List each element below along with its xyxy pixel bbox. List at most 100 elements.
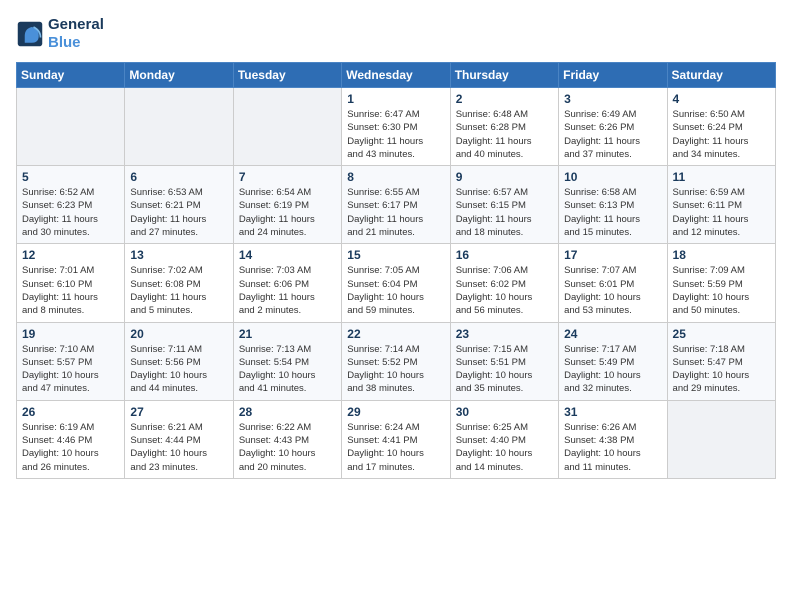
day-number: 28 bbox=[239, 405, 336, 419]
day-number: 2 bbox=[456, 92, 553, 106]
day-info: Sunrise: 7:17 AMSunset: 5:49 PMDaylight:… bbox=[564, 343, 661, 396]
page-header: General Blue bbox=[16, 16, 776, 52]
day-number: 10 bbox=[564, 170, 661, 184]
day-info: Sunrise: 7:11 AMSunset: 5:56 PMDaylight:… bbox=[130, 343, 227, 396]
calendar-cell: 26Sunrise: 6:19 AMSunset: 4:46 PMDayligh… bbox=[17, 400, 125, 478]
day-number: 29 bbox=[347, 405, 444, 419]
day-info: Sunrise: 7:15 AMSunset: 5:51 PMDaylight:… bbox=[456, 343, 553, 396]
day-number: 18 bbox=[673, 248, 770, 262]
day-info: Sunrise: 6:57 AMSunset: 6:15 PMDaylight:… bbox=[456, 186, 553, 239]
calendar-cell: 28 Sunrise: 6:22 AMSunset: 4:43 PMDayligh… bbox=[233, 400, 341, 478]
day-info: Sunrise: 6:48 AMSunset: 6:28 PMDaylight:… bbox=[456, 108, 553, 161]
calendar-body: 1 Sunrise: 6:47 AMSunset: 6:30 PMDaylight… bbox=[17, 88, 776, 479]
calendar-cell bbox=[125, 88, 233, 166]
day-info: Sunrise: 6:55 AMSunset: 6:17 PMDaylight:… bbox=[347, 186, 444, 239]
day-number: 27 bbox=[130, 405, 227, 419]
calendar-week-1: 1 Sunrise: 6:47 AMSunset: 6:30 PMDaylight… bbox=[17, 88, 776, 166]
logo: General Blue bbox=[16, 16, 104, 52]
day-info: Sunrise: 7:01 AMSunset: 6:10 PMDaylight:… bbox=[22, 264, 119, 317]
weekday-header-wednesday: Wednesday bbox=[342, 63, 450, 88]
weekday-header-friday: Friday bbox=[559, 63, 667, 88]
calendar-cell: 25 Sunrise: 7:18 AMSunset: 5:47 PMDayligh… bbox=[667, 322, 775, 400]
day-info: Sunrise: 6:22 AMSunset: 4:43 PMDaylight:… bbox=[239, 421, 336, 474]
calendar-cell: 21 Sunrise: 7:13 AMSunset: 5:54 PMDayligh… bbox=[233, 322, 341, 400]
day-number: 7 bbox=[239, 170, 336, 184]
calendar-table: SundayMondayTuesdayWednesdayThursdayFrid… bbox=[16, 62, 776, 479]
day-info: Sunrise: 7:09 AMSunset: 5:59 PMDaylight:… bbox=[673, 264, 770, 317]
calendar-cell: 1 Sunrise: 6:47 AMSunset: 6:30 PMDaylight… bbox=[342, 88, 450, 166]
day-info: Sunrise: 6:50 AMSunset: 6:24 PMDaylight:… bbox=[673, 108, 770, 161]
logo-text: General Blue bbox=[48, 16, 104, 52]
day-number: 15 bbox=[347, 248, 444, 262]
day-info: Sunrise: 6:58 AMSunset: 6:13 PMDaylight:… bbox=[564, 186, 661, 239]
day-info: Sunrise: 6:25 AMSunset: 4:40 PMDaylight:… bbox=[456, 421, 553, 474]
calendar-cell: 17 Sunrise: 7:07 AMSunset: 6:01 PMDayligh… bbox=[559, 244, 667, 322]
calendar-cell: 29Sunrise: 6:24 AMSunset: 4:41 PMDayligh… bbox=[342, 400, 450, 478]
weekday-header-tuesday: Tuesday bbox=[233, 63, 341, 88]
day-number: 30 bbox=[456, 405, 553, 419]
calendar-cell: 30 Sunrise: 6:25 AMSunset: 4:40 PMDayligh… bbox=[450, 400, 558, 478]
day-number: 12 bbox=[22, 248, 119, 262]
calendar-cell: 7 Sunrise: 6:54 AMSunset: 6:19 PMDaylight… bbox=[233, 166, 341, 244]
day-number: 9 bbox=[456, 170, 553, 184]
calendar-cell: 31Sunrise: 6:26 AMSunset: 4:38 PMDayligh… bbox=[559, 400, 667, 478]
day-info: Sunrise: 6:52 AMSunset: 6:23 PMDaylight:… bbox=[22, 186, 119, 239]
calendar-header-row: SundayMondayTuesdayWednesdayThursdayFrid… bbox=[17, 63, 776, 88]
day-number: 21 bbox=[239, 327, 336, 341]
day-number: 19 bbox=[22, 327, 119, 341]
day-number: 26 bbox=[22, 405, 119, 419]
day-info: Sunrise: 7:05 AMSunset: 6:04 PMDaylight:… bbox=[347, 264, 444, 317]
day-info: Sunrise: 6:49 AMSunset: 6:26 PMDaylight:… bbox=[564, 108, 661, 161]
logo-icon bbox=[16, 20, 44, 48]
calendar-cell: 23 Sunrise: 7:15 AMSunset: 5:51 PMDayligh… bbox=[450, 322, 558, 400]
calendar-week-4: 19Sunrise: 7:10 AMSunset: 5:57 PMDayligh… bbox=[17, 322, 776, 400]
day-info: Sunrise: 7:06 AMSunset: 6:02 PMDaylight:… bbox=[456, 264, 553, 317]
day-info: Sunrise: 7:14 AMSunset: 5:52 PMDaylight:… bbox=[347, 343, 444, 396]
calendar-week-5: 26Sunrise: 6:19 AMSunset: 4:46 PMDayligh… bbox=[17, 400, 776, 478]
day-number: 13 bbox=[130, 248, 227, 262]
day-info: Sunrise: 7:03 AMSunset: 6:06 PMDaylight:… bbox=[239, 264, 336, 317]
calendar-cell: 15 Sunrise: 7:05 AMSunset: 6:04 PMDayligh… bbox=[342, 244, 450, 322]
weekday-header-monday: Monday bbox=[125, 63, 233, 88]
day-info: Sunrise: 6:59 AMSunset: 6:11 PMDaylight:… bbox=[673, 186, 770, 239]
calendar-cell bbox=[667, 400, 775, 478]
day-number: 17 bbox=[564, 248, 661, 262]
weekday-header-sunday: Sunday bbox=[17, 63, 125, 88]
day-info: Sunrise: 7:07 AMSunset: 6:01 PMDaylight:… bbox=[564, 264, 661, 317]
calendar-cell: 6 Sunrise: 6:53 AMSunset: 6:21 PMDaylight… bbox=[125, 166, 233, 244]
day-number: 16 bbox=[456, 248, 553, 262]
day-number: 6 bbox=[130, 170, 227, 184]
day-info: Sunrise: 7:18 AMSunset: 5:47 PMDaylight:… bbox=[673, 343, 770, 396]
day-number: 22 bbox=[347, 327, 444, 341]
day-info: Sunrise: 7:13 AMSunset: 5:54 PMDaylight:… bbox=[239, 343, 336, 396]
day-info: Sunrise: 6:21 AMSunset: 4:44 PMDaylight:… bbox=[130, 421, 227, 474]
calendar-cell: 3 Sunrise: 6:49 AMSunset: 6:26 PMDaylight… bbox=[559, 88, 667, 166]
day-number: 8 bbox=[347, 170, 444, 184]
calendar-cell: 19Sunrise: 7:10 AMSunset: 5:57 PMDayligh… bbox=[17, 322, 125, 400]
calendar-cell: 5 Sunrise: 6:52 AMSunset: 6:23 PMDaylight… bbox=[17, 166, 125, 244]
calendar-cell: 4 Sunrise: 6:50 AMSunset: 6:24 PMDaylight… bbox=[667, 88, 775, 166]
calendar-cell: 12 Sunrise: 7:01 AMSunset: 6:10 PMDayligh… bbox=[17, 244, 125, 322]
calendar-week-3: 12 Sunrise: 7:01 AMSunset: 6:10 PMDayligh… bbox=[17, 244, 776, 322]
day-number: 3 bbox=[564, 92, 661, 106]
calendar-week-2: 5 Sunrise: 6:52 AMSunset: 6:23 PMDaylight… bbox=[17, 166, 776, 244]
calendar-cell bbox=[17, 88, 125, 166]
day-number: 25 bbox=[673, 327, 770, 341]
day-number: 20 bbox=[130, 327, 227, 341]
day-info: Sunrise: 6:54 AMSunset: 6:19 PMDaylight:… bbox=[239, 186, 336, 239]
day-number: 1 bbox=[347, 92, 444, 106]
calendar-cell: 24Sunrise: 7:17 AMSunset: 5:49 PMDayligh… bbox=[559, 322, 667, 400]
day-number: 5 bbox=[22, 170, 119, 184]
calendar-cell: 20 Sunrise: 7:11 AMSunset: 5:56 PMDayligh… bbox=[125, 322, 233, 400]
day-info: Sunrise: 7:02 AMSunset: 6:08 PMDaylight:… bbox=[130, 264, 227, 317]
day-info: Sunrise: 6:53 AMSunset: 6:21 PMDaylight:… bbox=[130, 186, 227, 239]
calendar-cell bbox=[233, 88, 341, 166]
calendar-cell: 16 Sunrise: 7:06 AMSunset: 6:02 PMDayligh… bbox=[450, 244, 558, 322]
day-info: Sunrise: 6:47 AMSunset: 6:30 PMDaylight:… bbox=[347, 108, 444, 161]
calendar-cell: 2 Sunrise: 6:48 AMSunset: 6:28 PMDaylight… bbox=[450, 88, 558, 166]
day-info: Sunrise: 6:26 AMSunset: 4:38 PMDaylight:… bbox=[564, 421, 661, 474]
day-number: 23 bbox=[456, 327, 553, 341]
day-number: 14 bbox=[239, 248, 336, 262]
calendar-cell: 8 Sunrise: 6:55 AMSunset: 6:17 PMDaylight… bbox=[342, 166, 450, 244]
day-number: 4 bbox=[673, 92, 770, 106]
